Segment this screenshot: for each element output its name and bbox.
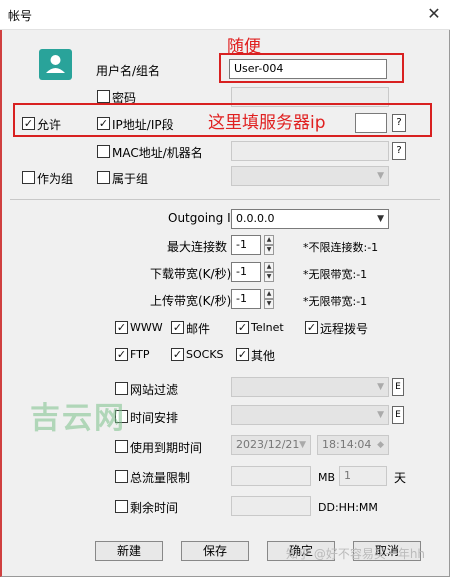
mac-help-button[interactable]: ? [392,142,406,160]
service-checkbox[interactable] [171,348,184,361]
password-checkbox[interactable] [97,90,110,103]
remain-checkbox[interactable] [115,500,128,513]
max-conn-spin-down[interactable]: ▼ [264,245,274,255]
ip-label: IP地址/IP段 [112,118,174,132]
title-bar [0,0,450,30]
service-label: WWW [130,321,163,334]
expire-date-picker[interactable]: 2023/12/21 ▼ [231,435,311,455]
max-conn-spin-up[interactable]: ▲ [264,235,274,245]
service-checkbox[interactable] [236,348,249,361]
chevron-down-icon: ▼ [377,214,384,224]
as-group-checkbox[interactable] [22,171,35,184]
spin-icon: ◆ [377,440,384,450]
schedule-edit-button[interactable]: E [392,406,404,424]
site-filter-edit-button[interactable]: E [392,378,404,396]
chevron-down-icon: ▼ [377,382,384,392]
remain-input[interactable] [231,496,311,516]
username-input[interactable]: User-004 [229,59,387,79]
max-conn-label: 最大连接数 [167,240,228,254]
download-label: 下载带宽(K/秒) [150,267,232,281]
allow-checkbox[interactable] [22,117,35,130]
ip-checkbox[interactable] [97,117,110,130]
service-label: 远程拨号 [320,322,369,336]
user-avatar-icon [39,49,72,80]
window-title: 帐号 [8,9,33,23]
traffic-checkbox[interactable] [115,470,128,483]
service-checkbox[interactable] [115,348,128,361]
save-button[interactable]: 保存 [181,541,249,561]
allow-label: 允许 [37,118,62,132]
outgoing-ip-label: Outgoing IP [168,211,238,225]
expire-time-picker[interactable]: 18:14:04 ◆ [317,435,389,455]
mac-checkbox[interactable] [97,145,110,158]
traffic-unit: MB [318,471,336,484]
download-note: *无限带宽:-1 [303,268,368,281]
service-label: 其他 [251,349,276,363]
group-select[interactable]: ▼ [231,166,389,186]
annotation-server-ip: 这里填服务器ip [208,113,326,133]
service-checkbox[interactable] [115,321,128,334]
max-conn-input[interactable]: -1 [231,235,261,255]
belongs-group-label: 属于组 [112,172,149,186]
service-label: FTP [130,348,150,361]
download-spin-down[interactable]: ▼ [264,272,274,282]
expire-label: 使用到期时间 [130,441,203,455]
outgoing-ip-value: 0.0.0.0 [236,212,275,225]
service-checkbox[interactable] [236,321,249,334]
expire-checkbox[interactable] [115,440,128,453]
expire-time-value: 18:14:04 [322,438,372,451]
schedule-select[interactable]: ▼ [231,405,389,425]
traffic-day-unit: 天 [394,471,407,485]
traffic-input[interactable] [231,466,311,486]
max-conn-note: *不限连接数:-1 [303,241,379,254]
chevron-down-icon: ▼ [377,410,384,420]
traffic-days-input[interactable]: 1 [339,466,387,486]
service-checkbox[interactable] [305,321,318,334]
schedule-label: 时间安排 [130,411,179,425]
upload-input[interactable]: -1 [231,289,261,309]
outgoing-ip-select[interactable]: 0.0.0.0 ▼ [231,209,389,229]
site-filter-label: 网站过滤 [130,383,179,397]
service-label: 邮件 [186,322,211,336]
ip-help-button[interactable]: ? [392,114,406,132]
upload-label: 上传带宽(K/秒) [150,294,232,308]
service-checkbox[interactable] [171,321,184,334]
download-input[interactable]: -1 [231,262,261,282]
traffic-label: 总流量限制 [130,471,191,485]
as-group-label: 作为组 [37,172,74,186]
expire-date-value: 2023/12/21 [236,438,300,451]
mac-input[interactable] [231,141,389,161]
upload-spin-up[interactable]: ▲ [264,289,274,299]
remain-format: DD:HH:MM [318,501,378,514]
ip-input[interactable] [355,113,387,133]
site-filter-select[interactable]: ▼ [231,377,389,397]
divider [10,199,440,200]
upload-note: *无限带宽:-1 [303,295,368,308]
chevron-down-icon: ▼ [377,171,384,181]
service-label: SOCKS [186,348,224,361]
close-button[interactable]: ✕ [420,2,448,26]
belongs-group-checkbox[interactable] [97,171,110,184]
chevron-down-icon: ▼ [299,440,306,450]
site-watermark: 吉云网 [30,401,126,436]
upload-spin-down[interactable]: ▼ [264,299,274,309]
mac-label: MAC地址/机器名 [112,146,203,160]
remain-label: 剩余时间 [130,501,179,515]
username-label: 用户名/组名 [96,64,161,78]
zhihu-watermark: 知乎 @好不容易买一年hh [286,547,426,561]
service-label: Telnet [251,321,284,334]
new-button[interactable]: 新建 [95,541,163,561]
download-spin-up[interactable]: ▲ [264,262,274,272]
